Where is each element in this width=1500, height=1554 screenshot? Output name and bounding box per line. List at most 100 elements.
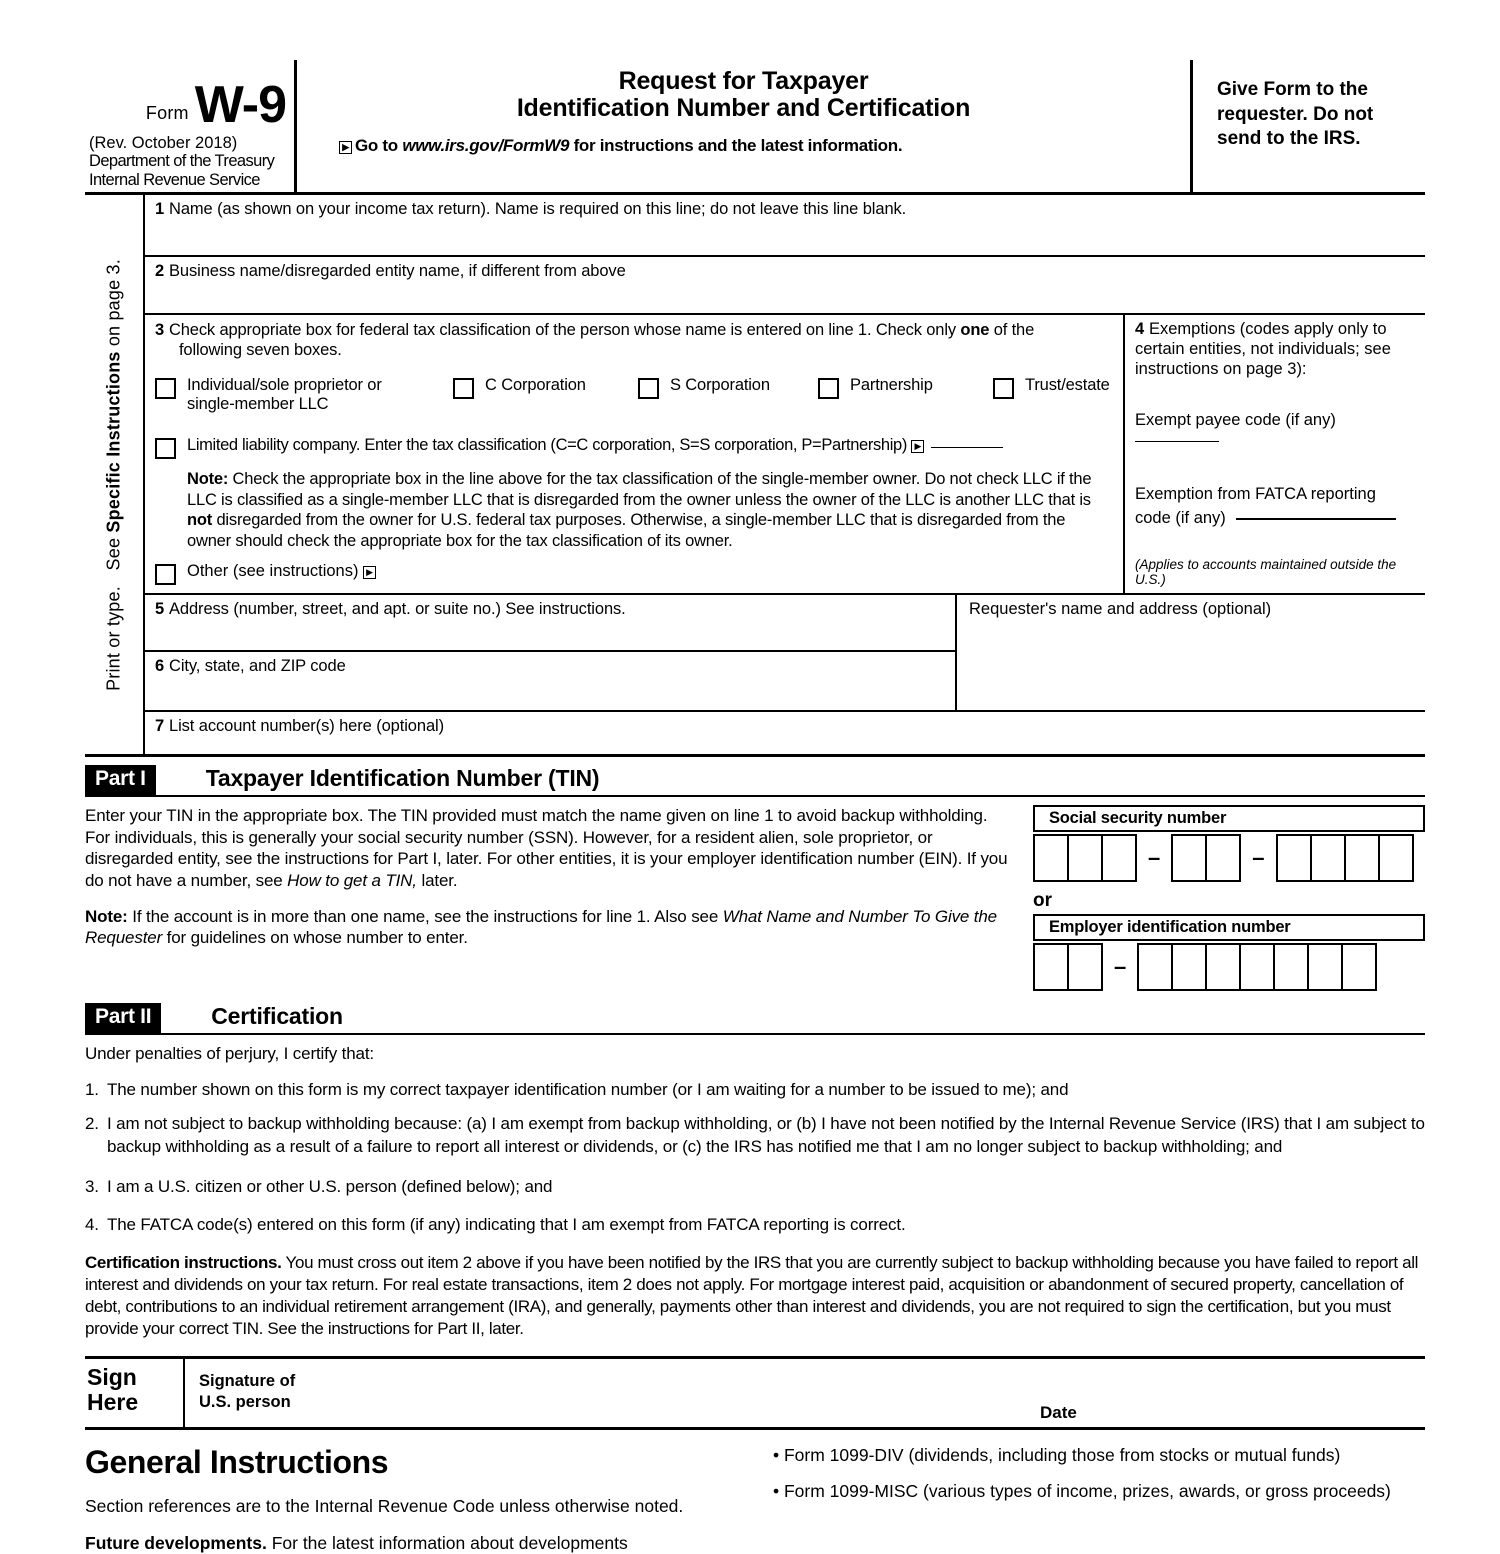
signature-fields[interactable]: Signature of U.S. person Date (185, 1359, 1425, 1427)
p1-italic-howtoget: How to get a TIN, (287, 870, 417, 890)
line3-text-c: following seven boxes. (179, 341, 342, 360)
checkbox-icon[interactable] (993, 378, 1014, 400)
ein-cell[interactable] (1067, 943, 1103, 992)
ssn-cell[interactable] (1309, 834, 1346, 883)
checkbox-individual-sole-proprietor[interactable]: Individual/sole proprietor or single-mem… (155, 376, 453, 414)
line4-instruction: 4 Exemptions (codes apply only to certain… (1135, 320, 1417, 379)
goto-url[interactable]: www.irs.gov/FormW9 (402, 136, 569, 155)
certification-item: 3. I am a U.S. citizen or other U.S. per… (85, 1176, 1425, 1198)
fatca-code-input[interactable] (1235, 518, 1396, 521)
p1-text-b: later. (416, 870, 458, 890)
checkbox-trust-estate[interactable]: Trust/estate (993, 376, 1110, 400)
checkbox-c-corporation[interactable]: C Corporation (453, 376, 638, 400)
requester-name-address-field[interactable]: Requester's name and address (optional) (957, 595, 1425, 710)
tin-entry-boxes: Social security number – – or Employer i… (1015, 805, 1425, 992)
line5-label-wrap: 5 Address (number, street, and apt. or su… (145, 595, 955, 619)
ssn-label: Social security number (1033, 805, 1425, 833)
ssn-group-3[interactable] (1275, 834, 1414, 883)
right-arrow-icon: ▶ (363, 566, 377, 579)
certification-item: 1. The number shown on this form is my c… (85, 1079, 1425, 1101)
revision-date: (Rev. October 2018) (89, 133, 238, 152)
field-row-name[interactable]: 1 Name (as shown on your income tax retur… (145, 195, 1425, 257)
ein-cell[interactable] (1273, 943, 1310, 992)
ein-cell[interactable] (1033, 943, 1069, 992)
item-number: 1. (85, 1080, 99, 1100)
checkbox-icon[interactable] (155, 378, 176, 400)
form-title: Request for Taxpayer Identification Numb… (311, 68, 1176, 122)
item-text: The number shown on this form is my corr… (107, 1080, 1069, 1100)
ssn-cell[interactable] (1343, 834, 1380, 883)
ssn-cell[interactable] (1171, 834, 1208, 883)
checkbox-icon[interactable] (453, 378, 474, 400)
p1-text-c: If the account is in more than one name,… (127, 906, 723, 926)
checkbox-icon[interactable] (818, 378, 839, 400)
classification-0-line2: single-member LLC (187, 395, 329, 414)
form-title-line1: Request for Taxpayer (618, 67, 869, 95)
checkbox-icon[interactable] (155, 564, 176, 585)
ein-group-1[interactable] (1033, 943, 1103, 992)
general-instructions-title: General Instructions (85, 1444, 389, 1481)
give-form-note: Give Form to the requester. Do not send … (1217, 79, 1374, 150)
other-label: Other (see instructions) (187, 562, 359, 580)
instruction-bullet: • Form 1099-MISC (various types of incom… (773, 1480, 1391, 1501)
instruction-bullet: • Form 1099-DIV (dividends, including th… (773, 1445, 1341, 1466)
line1-label-wrap: 1 Name (as shown on your income tax retur… (145, 195, 1425, 219)
line2-label-wrap: 2 Business name/disregarded entity name, … (145, 257, 1425, 281)
ssn-cell[interactable] (1275, 834, 1312, 883)
checkbox-label: Partnership (850, 376, 933, 395)
signature-label-line2: U.S. person (199, 1393, 291, 1412)
checkbox-label: Trust/estate (1025, 376, 1110, 395)
checkbox-icon[interactable] (638, 378, 659, 400)
field-row-street-address[interactable]: 5 Address (number, street, and apt. or su… (145, 595, 955, 653)
llc-note-bold: Note: (187, 470, 229, 489)
line2-label: Business name/disregarded entity name, i… (169, 262, 626, 280)
llc-label: Limited liability company. Enter the tax… (187, 436, 908, 455)
fatca-code-field[interactable]: Exemption from FATCA reporting code (if … (1135, 483, 1417, 531)
checkbox-icon[interactable] (155, 438, 176, 460)
ssn-group-2[interactable] (1171, 834, 1242, 883)
llc-classification-input[interactable] (931, 447, 1004, 449)
ein-cell[interactable] (1307, 943, 1344, 992)
ein-cell[interactable] (1341, 943, 1378, 992)
ssn-input-row[interactable]: – – (1033, 834, 1425, 883)
certification-instructions: Certification instructions. You must cro… (85, 1252, 1425, 1340)
ein-cell[interactable] (1239, 943, 1276, 992)
ssn-cell[interactable] (1067, 834, 1103, 883)
signature-of-label: Signature of U.S. person (199, 1371, 1425, 1413)
tax-classification-block: 3 Check appropriate box for federal tax c… (145, 315, 1125, 594)
exempt-payee-code-input[interactable] (1135, 441, 1219, 443)
line7-number: 7 (155, 717, 165, 736)
line7-label-wrap: 7 List account number(s) here (optional) (145, 712, 1425, 736)
right-arrow-icon: ▶ (339, 141, 352, 154)
field-row-business-name[interactable]: 2 Business name/disregarded entity name, … (145, 257, 1425, 315)
ein-input-row[interactable]: – (1033, 943, 1425, 992)
ssn-group-1[interactable] (1033, 834, 1137, 883)
checkbox-limited-liability-company[interactable]: Limited liability company. Enter the tax… (155, 436, 1113, 460)
item-number: 2. (85, 1114, 99, 1134)
ein-cell[interactable] (1137, 943, 1174, 992)
ein-cell[interactable] (1205, 943, 1242, 992)
ssn-cell[interactable] (1205, 834, 1242, 883)
form-number-line: Form W-9 (85, 79, 287, 131)
field-row-account-numbers[interactable]: 7 List account number(s) here (optional) (145, 712, 1425, 754)
exempt-payee-code-field[interactable]: Exempt payee code (if any) (1135, 411, 1417, 449)
part-2-body: Under penalties of perjury, I certify th… (85, 1035, 1425, 1340)
ssn-cell[interactable] (1101, 834, 1137, 883)
checkbox-partnership[interactable]: Partnership (818, 376, 993, 400)
part-2-tag: Part II (85, 1003, 162, 1034)
department-line: Department of the Treasury (89, 152, 275, 171)
field-row-classification: 3 Check appropriate box for federal tax c… (145, 315, 1425, 596)
ein-cell[interactable] (1171, 943, 1208, 992)
field-row-city-state-zip[interactable]: 6 City, state, and ZIP code (145, 652, 955, 710)
line3-text-a: Check appropriate box for federal tax cl… (169, 321, 961, 339)
item-text: The FATCA code(s) entered on this form (… (107, 1214, 906, 1234)
checkbox-s-corporation[interactable]: S Corporation (638, 376, 818, 400)
ssn-cell[interactable] (1377, 834, 1414, 883)
ein-group-2[interactable] (1137, 943, 1378, 992)
ssn-cell[interactable] (1033, 834, 1069, 883)
item-text: I am not subject to backup withholding b… (107, 1114, 1425, 1156)
goto-suffix: for instructions and the latest informat… (569, 136, 903, 155)
sidebar-line-b-pre: See (103, 532, 124, 571)
checkbox-other[interactable]: Other (see instructions) ▶ (155, 562, 1113, 585)
line7-label: List account number(s) here (optional) (169, 717, 445, 736)
